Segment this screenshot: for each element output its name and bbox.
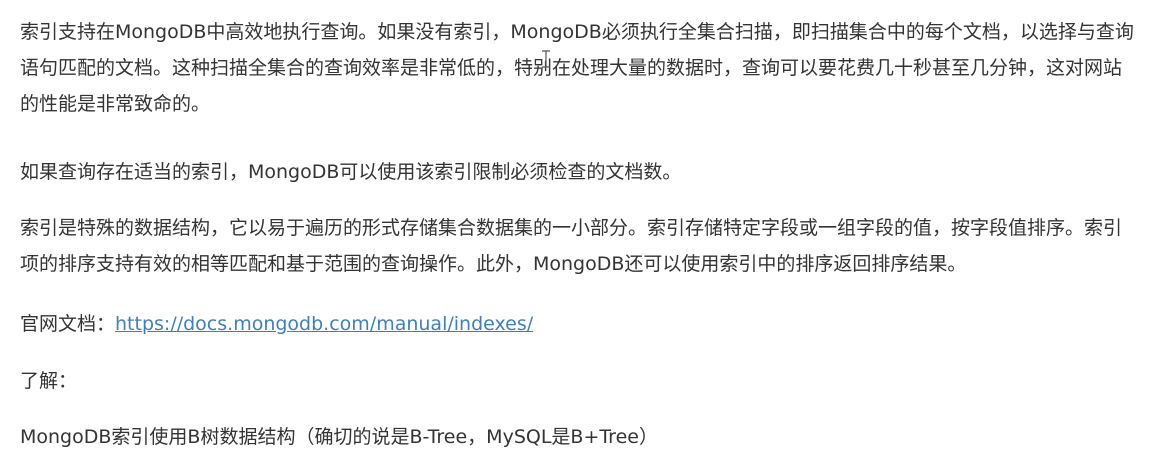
- paragraph-btree-note: MongoDB索引使用B树数据结构（确切的说是B-Tree，MySQL是B+Tr…: [20, 426, 658, 448]
- text-cursor-icon: [542, 50, 550, 68]
- paragraph-index-intro: 索引支持在MongoDB中高效地执行查询。如果没有索引，MongoDB必须执行全…: [20, 21, 1134, 115]
- paragraph-index-limit: 如果查询存在适当的索引，MongoDB可以使用该索引限制必须检查的文档数。: [20, 161, 682, 183]
- official-docs-line: 官网文档：https://docs.mongodb.com/manual/ind…: [20, 306, 1138, 342]
- official-docs-label: 官网文档：: [20, 313, 116, 335]
- paragraph-index-structure: 索引是特殊的数据结构，它以易于遍历的形式存储集合数据集的一小部分。索引存储特定字…: [20, 217, 1123, 275]
- article-body: 索引支持在MongoDB中高效地执行查询。如果没有索引，MongoDB必须执行全…: [20, 14, 1138, 455]
- official-docs-link[interactable]: https://docs.mongodb.com/manual/indexes/: [115, 313, 533, 335]
- understand-label: 了解：: [20, 370, 78, 392]
